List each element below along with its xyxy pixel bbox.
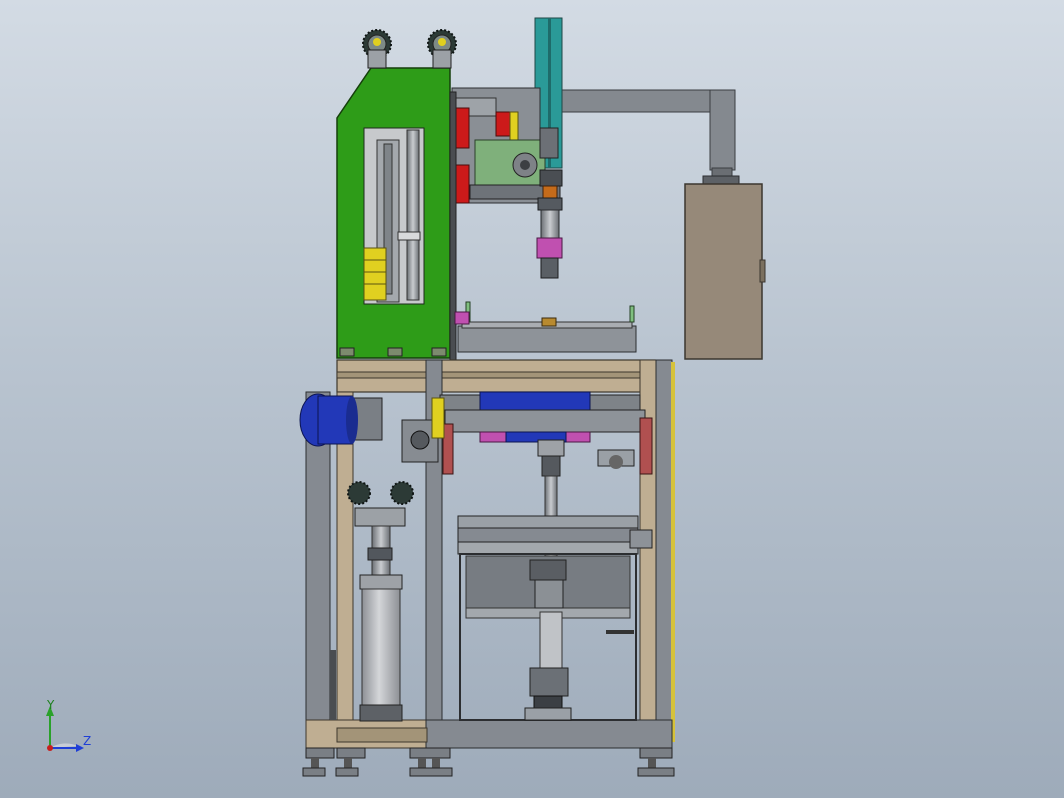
top-sprocket-right bbox=[427, 29, 457, 69]
green-side-panel bbox=[336, 67, 451, 359]
z-axis-label: Z bbox=[83, 734, 92, 748]
leveling-feet bbox=[302, 747, 675, 777]
y-axis-label: Y bbox=[47, 698, 55, 712]
machine-drawing bbox=[299, 17, 766, 777]
lower-stage bbox=[457, 515, 653, 721]
drive-motor bbox=[299, 393, 383, 447]
control-box bbox=[684, 183, 766, 360]
upper-work-table bbox=[454, 301, 637, 353]
cad-viewport[interactable]: Y Z bbox=[0, 0, 1064, 798]
top-sprocket-left bbox=[362, 29, 392, 69]
gantry-arm bbox=[554, 89, 740, 185]
